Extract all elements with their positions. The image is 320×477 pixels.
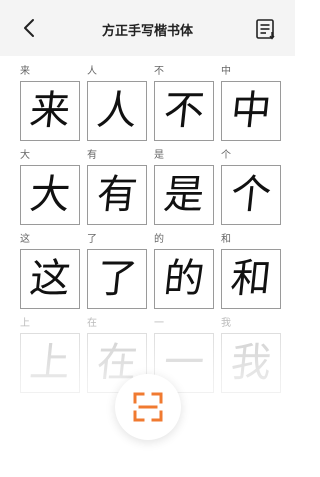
character-glyph: 人	[94, 88, 140, 134]
character-cell[interactable]: 是是	[154, 149, 214, 226]
character-cell[interactable]: 大大	[20, 149, 80, 226]
character-cell[interactable]: 不不	[154, 65, 214, 142]
character-glyph: 和	[228, 256, 274, 302]
character-cell[interactable]: 来来	[20, 65, 80, 142]
character-grid: 来来人人不不中中大大有有是是个个这这了了的的和和上上在在一一我我	[20, 65, 281, 394]
character-label: 中	[221, 66, 231, 77]
character-glyph: 不	[161, 88, 207, 134]
character-cell[interactable]: 的的	[154, 233, 214, 310]
character-preview-box[interactable]: 的	[154, 249, 214, 309]
character-glyph: 这	[27, 256, 73, 302]
character-glyph: 上	[27, 340, 73, 386]
character-glyph: 是	[161, 172, 207, 218]
list-icon[interactable]	[255, 18, 277, 40]
character-preview-box[interactable]: 来	[20, 81, 80, 141]
character-label: 大	[20, 150, 30, 161]
character-glyph: 的	[161, 256, 207, 302]
character-label: 我	[221, 318, 231, 329]
character-preview-box[interactable]: 个	[221, 165, 281, 225]
character-cell[interactable]: 我我	[221, 317, 281, 394]
header-bar: 方正手写楷书体	[0, 0, 295, 56]
character-preview-box[interactable]: 这	[20, 249, 80, 309]
character-preview-box[interactable]: 上	[20, 333, 80, 393]
character-label: 和	[221, 234, 231, 245]
character-preview-box[interactable]: 了	[87, 249, 147, 309]
character-label: 一	[154, 318, 164, 329]
character-preview-box[interactable]: 有	[87, 165, 147, 225]
character-preview-box[interactable]: 和	[221, 249, 281, 309]
character-label: 人	[87, 66, 97, 77]
character-glyph: 来	[27, 88, 73, 134]
character-glyph: 中	[228, 88, 274, 134]
character-glyph: 个	[228, 172, 274, 218]
character-cell[interactable]: 上上	[20, 317, 80, 394]
scan-frame-icon	[133, 392, 163, 422]
character-cell[interactable]: 人人	[87, 65, 147, 142]
page-title: 方正手写楷书体	[101, 24, 193, 39]
character-preview-box[interactable]: 中	[221, 81, 281, 141]
character-glyph: 我	[228, 340, 274, 386]
character-preview-box[interactable]: 我	[221, 333, 281, 393]
character-label: 的	[154, 234, 164, 245]
character-cell[interactable]: 这这	[20, 233, 80, 310]
character-glyph: 了	[94, 256, 140, 302]
character-cell[interactable]: 个个	[221, 149, 281, 226]
character-preview-box[interactable]: 是	[154, 165, 214, 225]
character-preview-box[interactable]: 大	[20, 165, 80, 225]
character-label: 有	[87, 150, 97, 161]
character-label: 上	[20, 318, 30, 329]
character-label: 不	[154, 66, 164, 77]
character-label: 这	[20, 234, 30, 245]
character-preview-box[interactable]: 不	[154, 81, 214, 141]
character-cell[interactable]: 和和	[221, 233, 281, 310]
character-label: 在	[87, 318, 97, 329]
scan-button[interactable]	[115, 374, 181, 440]
character-label: 是	[154, 150, 164, 161]
character-label: 来	[20, 66, 30, 77]
character-glyph: 一	[161, 340, 207, 386]
character-glyph: 大	[27, 172, 73, 218]
character-cell[interactable]: 了了	[87, 233, 147, 310]
character-glyph: 有	[94, 172, 140, 218]
character-preview-box[interactable]: 人	[87, 81, 147, 141]
character-cell[interactable]: 有有	[87, 149, 147, 226]
character-label: 个	[221, 150, 231, 161]
character-label: 了	[87, 234, 97, 245]
character-cell[interactable]: 中中	[221, 65, 281, 142]
